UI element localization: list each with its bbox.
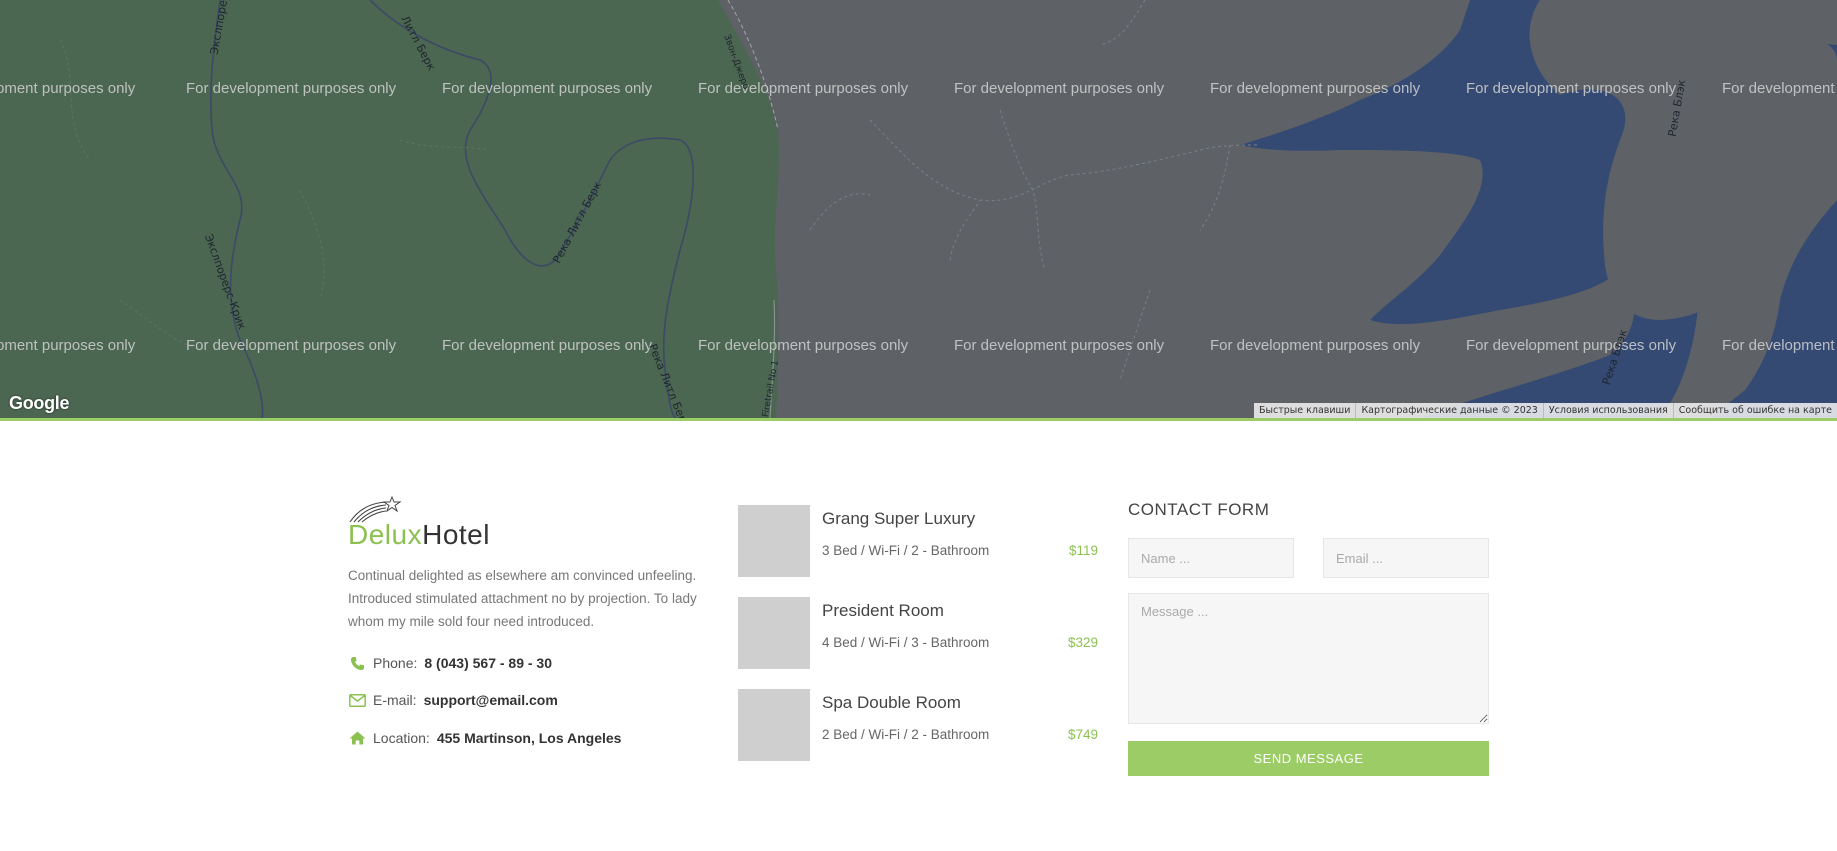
map-watermark: pment purposes only [0,80,136,97]
room-name[interactable]: Spa Double Room [822,693,961,713]
map-watermark: For development purposes only [1210,80,1421,97]
map-watermark: For development purposes only [1466,337,1677,354]
room-item[interactable]: Spa Double Room 2 Bed / Wi-Fi / 2 - Bath… [738,689,1098,761]
map-bottom-border [0,418,1837,421]
map-terms-link[interactable]: Условия использования [1542,403,1673,418]
email-input[interactable] [1323,538,1489,578]
send-message-button[interactable]: SEND MESSAGE [1128,741,1489,776]
room-details: 3 Bed / Wi-Fi / 2 - Bathroom [822,543,990,558]
map-watermark: For development purposes only [1210,337,1421,354]
envelope-icon [348,692,366,708]
room-price: $119 [1068,543,1098,558]
map-report-error-link[interactable]: Сообщить об ошибке на карте [1672,403,1837,418]
room-item[interactable]: President Room 4 Bed / Wi-Fi / 3 - Bathr… [738,597,1098,669]
map-watermark: For development purposes only [186,80,397,97]
brand-name-first: Delux [348,519,423,550]
brand-name-second: Hotel [422,519,490,550]
map-watermark: For development purposes only [954,80,1165,97]
map-watermark: pment purposes only [0,337,136,354]
room-item[interactable]: Grang Super Luxury 3 Bed / Wi-Fi / 2 - B… [738,505,1098,577]
contact-phone: Phone: 8 (043) 567 - 89 - 30 [348,655,552,671]
hotel-logo[interactable]: DeluxHotel [348,496,718,552]
contact-form: CONTACT FORM SEND MESSAGE [1128,500,1489,776]
phone-value[interactable]: 8 (043) 567 - 89 - 30 [424,655,552,671]
map-watermark: For development [1722,337,1835,354]
name-input[interactable] [1128,538,1294,578]
map-watermark: For development purposes only [698,337,909,354]
map-terrain[interactable] [0,0,1837,418]
google-logo[interactable]: Google [9,393,70,414]
room-thumbnail[interactable] [738,597,810,669]
home-icon [348,730,366,746]
room-name[interactable]: Grang Super Luxury [822,509,975,529]
map-embed[interactable]: pment purposes only For development purp… [0,0,1837,418]
map-shortcuts-link[interactable]: Быстрые клавиши [1254,403,1355,418]
email-value[interactable]: support@email.com [424,692,558,708]
footer-about: DeluxHotel Continual delighted as elsewh… [348,496,718,746]
map-watermark: For development purposes only [186,337,397,354]
map-watermark: For development purposes only [698,80,909,97]
map-watermark: For development purposes only [954,337,1165,354]
room-name[interactable]: President Room [822,601,944,621]
room-thumbnail[interactable] [738,689,810,761]
map-data-credit: Картографические данные © 2023 [1355,403,1542,418]
phone-label: Phone: [373,655,418,671]
room-price: $749 [1067,727,1098,742]
location-value: 455 Martinson, Los Angeles [436,730,622,746]
room-thumbnail[interactable] [738,505,810,577]
room-price: $329 [1067,635,1098,650]
location-label: Location: [373,730,430,746]
contact-location: Location: 455 Martinson, Los Angeles [348,730,621,746]
about-description: Continual delighted as elsewhere am conv… [348,568,697,629]
contact-email: E-mail: support@email.com [348,692,558,708]
email-label: E-mail: [373,692,417,708]
room-details: 4 Bed / Wi-Fi / 3 - Bathroom [822,635,990,650]
map-attribution-bar: Быстрые клавиши Картографические данные … [1253,403,1837,418]
map-watermark: For development purposes only [442,337,653,354]
map-watermark: For development purposes only [1466,80,1677,97]
phone-icon [348,655,366,671]
brand-name: DeluxHotel [348,519,490,551]
contact-form-title: CONTACT FORM [1128,500,1270,519]
map-watermark: For development [1722,80,1835,97]
message-textarea[interactable] [1128,593,1489,724]
room-details: 2 Bed / Wi-Fi / 2 - Bathroom [822,727,990,742]
map-watermark: For development purposes only [442,80,653,97]
